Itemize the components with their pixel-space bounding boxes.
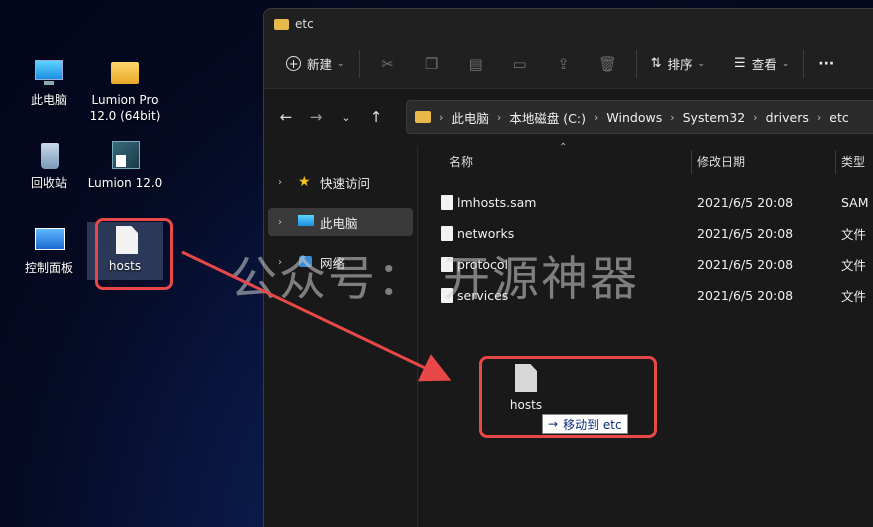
annotation-arrow xyxy=(181,250,452,382)
